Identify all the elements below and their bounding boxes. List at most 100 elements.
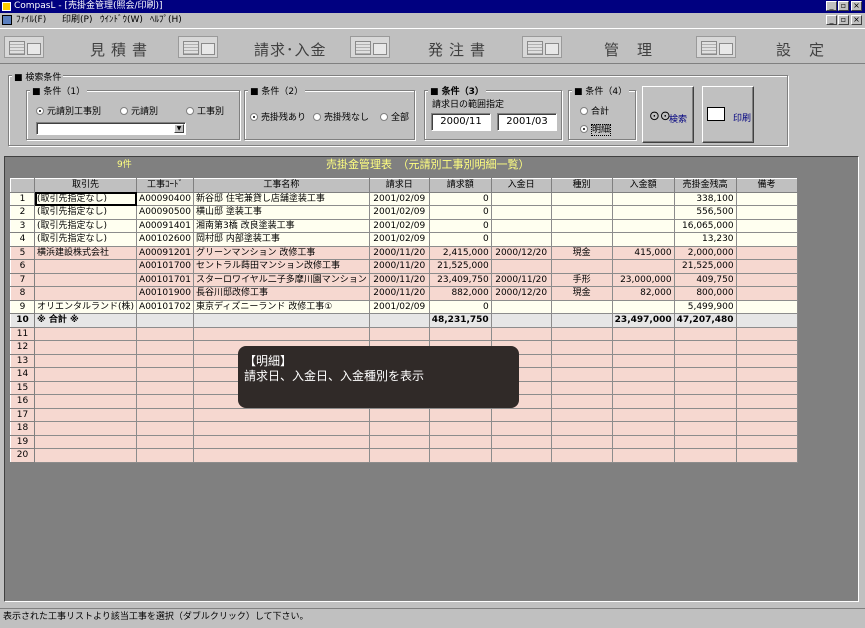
table-cell[interactable]: 882,000 (428, 286, 492, 301)
table-cell[interactable]: 5,499,900 (673, 299, 737, 314)
minimize-button[interactable]: _ (826, 1, 837, 11)
table-row[interactable]: 4 (取引先指定なし) A00102600 岡村邸 内部塗装工事 2001/02/09 0… (10, 232, 798, 247)
table-cell[interactable] (193, 421, 370, 436)
table-cell[interactable] (550, 340, 613, 355)
chevron-down-icon[interactable]: ▼ (174, 124, 184, 133)
search-button[interactable]: ⊙⊙ 検索 (642, 86, 694, 143)
table-cell[interactable] (136, 448, 194, 463)
table-cell[interactable] (550, 421, 613, 436)
table-cell[interactable] (428, 448, 492, 463)
table-cell[interactable] (735, 232, 798, 247)
menu-help[interactable]: ﾍﾙﾌﾟ(H) (150, 13, 182, 27)
table-cell[interactable]: 手形 (550, 272, 613, 287)
table-cell[interactable]: 2000/11/20 (490, 272, 552, 287)
table-cell[interactable] (735, 407, 798, 422)
table-cell[interactable] (611, 218, 675, 233)
table-cell[interactable] (673, 380, 737, 395)
row-number[interactable]: 13 (10, 353, 35, 368)
table-cell[interactable]: グリーンマンション 改修工事 (193, 245, 370, 260)
row-number[interactable]: 12 (10, 340, 35, 355)
table-cell[interactable]: A00090400 (136, 191, 194, 206)
table-cell[interactable]: 現金 (550, 286, 613, 301)
table-cell[interactable] (611, 434, 675, 449)
table-cell[interactable] (673, 448, 737, 463)
contractor-select[interactable]: ▼ (36, 122, 186, 135)
col-header[interactable]: 工事名称 (193, 178, 370, 193)
table-cell[interactable]: 0 (428, 299, 492, 314)
table-cell[interactable] (735, 394, 798, 409)
table-row[interactable]: 17 (10, 407, 798, 422)
table-cell[interactable] (550, 407, 613, 422)
row-number[interactable]: 14 (10, 367, 35, 382)
table-cell[interactable] (550, 232, 613, 247)
table-cell[interactable] (490, 259, 552, 274)
table-cell[interactable] (550, 380, 613, 395)
settings-button[interactable]: 設定 (696, 32, 861, 62)
table-cell[interactable] (550, 448, 613, 463)
row-number[interactable]: 19 (10, 434, 35, 449)
table-cell[interactable] (33, 434, 138, 449)
table-cell[interactable]: 湘南第3橋 改良塗装工事 (193, 218, 370, 233)
table-cell[interactable]: 2001/02/09 (368, 205, 430, 220)
radio-contractor-project[interactable]: 元請別工事別 (36, 104, 101, 117)
table-cell[interactable]: 横浜建設株式会社 (33, 245, 138, 260)
close-button[interactable]: × (851, 1, 862, 11)
table-cell[interactable] (33, 272, 138, 287)
table-cell[interactable] (735, 326, 798, 341)
table-cell[interactable] (368, 448, 430, 463)
table-cell[interactable]: A00101700 (136, 259, 194, 274)
table-cell[interactable] (673, 434, 737, 449)
row-number[interactable]: 17 (10, 407, 35, 422)
radio-all[interactable]: 全部 (380, 110, 409, 123)
table-cell[interactable]: 0 (428, 218, 492, 233)
table-cell[interactable]: 横山邸 塗装工事 (193, 205, 370, 220)
table-cell[interactable] (611, 394, 675, 409)
table-cell[interactable]: 新谷邸 住宅兼貸し店舗塗装工事 (193, 191, 370, 206)
table-cell[interactable] (136, 407, 194, 422)
table-cell[interactable] (611, 205, 675, 220)
table-cell[interactable] (136, 340, 194, 355)
radio-project[interactable]: 工事別 (186, 104, 224, 117)
table-cell[interactable]: 2000/11/20 (368, 245, 430, 260)
table-cell[interactable]: 48,231,750 (428, 313, 492, 328)
table-cell[interactable]: ※ 合計 ※ (33, 313, 138, 328)
table-cell[interactable] (673, 394, 737, 409)
table-cell[interactable] (193, 448, 370, 463)
radio-detail[interactable]: 明細 (580, 122, 612, 136)
table-cell[interactable]: 2000/11/20 (368, 259, 430, 274)
row-number[interactable]: 7 (10, 272, 35, 287)
table-cell[interactable] (193, 407, 370, 422)
table-row[interactable]: 18 (10, 421, 798, 436)
table-cell[interactable] (490, 299, 552, 314)
row-number[interactable]: 6 (10, 259, 35, 274)
table-cell[interactable] (428, 326, 492, 341)
table-row[interactable]: 3 (取引先指定なし) A00091401 湘南第3橋 改良塗装工事 2001/02/0… (10, 218, 798, 233)
estimate-button[interactable]: 見積書 (4, 32, 174, 62)
table-cell[interactable] (428, 421, 492, 436)
table-row[interactable]: 6 A00101700 セントラル蒔田マンション改修工事 2000/11/20 21,5… (10, 259, 798, 274)
table-cell[interactable]: 2000/11/20 (368, 286, 430, 301)
table-cell[interactable] (611, 367, 675, 382)
radio-balance-no[interactable]: 売掛残なし (313, 110, 369, 123)
table-cell[interactable] (193, 434, 370, 449)
table-cell[interactable]: 2001/02/09 (368, 232, 430, 247)
billing-button[interactable]: 請求･入金 (178, 32, 348, 62)
table-cell[interactable] (490, 313, 552, 328)
table-cell[interactable] (611, 326, 675, 341)
col-header[interactable]: 入金日 (490, 178, 552, 193)
row-number[interactable]: 11 (10, 326, 35, 341)
table-cell[interactable] (33, 340, 138, 355)
table-cell[interactable] (368, 434, 430, 449)
table-cell[interactable]: 2001/02/09 (368, 299, 430, 314)
table-cell[interactable]: 21,525,000 (428, 259, 492, 274)
row-number[interactable]: 5 (10, 245, 35, 260)
table-cell[interactable]: 0 (428, 232, 492, 247)
table-cell[interactable] (611, 259, 675, 274)
table-row[interactable]: 9 オリエンタルランド(株) A00101702 東京ディズニーランド 改修工事① 20… (10, 299, 798, 314)
table-cell[interactable]: (取引先指定なし) (33, 232, 138, 247)
table-cell[interactable] (368, 421, 430, 436)
table-cell[interactable] (673, 326, 737, 341)
table-cell[interactable]: 現金 (550, 245, 613, 260)
table-cell[interactable]: A00091201 (136, 245, 194, 260)
table-cell[interactable] (193, 313, 370, 328)
